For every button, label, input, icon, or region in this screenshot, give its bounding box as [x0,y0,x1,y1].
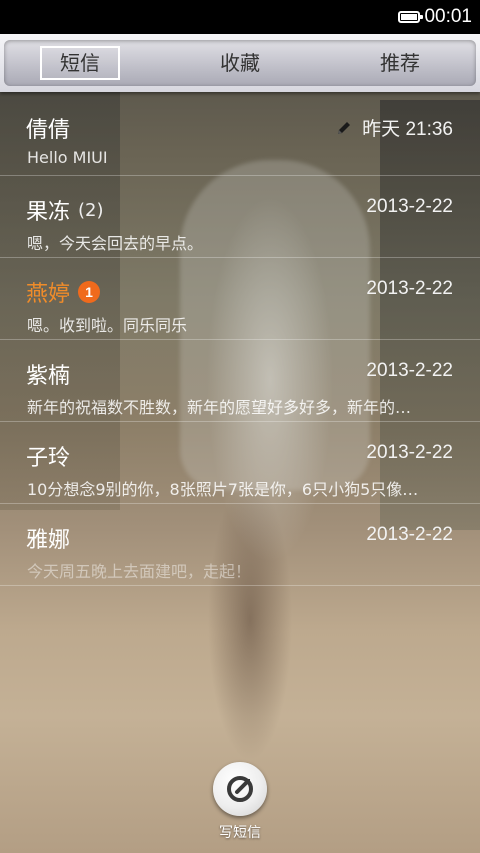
compose-button[interactable] [213,762,267,816]
message-snippet: Hello MIUI [27,148,108,167]
message-snippet: 10分想念9别的你，8张照片7张是你，6只小狗5只像… [27,480,419,499]
name-line: 雅娜 [26,522,70,554]
message-date: 2013-2-22 [366,360,453,381]
compose-area: 写短信 [200,762,280,847]
contact-name: 燕婷 [26,282,71,307]
message-date: 昨天 21:36 [336,114,453,141]
message-snippet: 新年的祝福数不胜数，新年的愿望好多好多，新年的… [27,398,412,417]
contact-name: 子玲 [26,446,71,471]
message-row-guodong[interactable]: 果冻 (2) 2013-2-22 嗯，今天会回去的早点。 [0,176,480,258]
status-clock: 00:01 [424,6,472,27]
contact-name: 果冻 [26,200,71,225]
name-line: 燕婷 1 [26,276,101,308]
compose-label[interactable]: 写短信 [200,822,280,842]
name-line: 子玲 [26,440,70,472]
message-row-zinan[interactable]: 紫楠 2013-2-22 新年的祝福数不胜数，新年的愿望好多好多，新年的… [0,340,480,422]
name-line: 果冻 (2) [26,194,104,226]
pencil-icon [338,121,351,134]
message-date: 2013-2-22 [366,278,453,299]
contact-name: 紫楠 [26,364,71,389]
message-date-text: 昨天 21:36 [362,119,453,140]
battery-icon [398,11,424,23]
message-list: 倩倩 昨天 21:36 Hello MIUI 果冻 (2) 2013-2-22 … [0,94,480,586]
message-date: 2013-2-22 [366,196,453,217]
message-date: 2013-2-22 [366,524,453,545]
message-date: 2013-2-22 [366,442,453,463]
unread-badge: 1 [78,281,101,303]
tab-sms[interactable]: 短信 [40,46,120,80]
message-snippet: 嗯。收到啦。同乐同乐 [27,316,188,335]
message-row-yana[interactable]: 雅娜 2013-2-22 今天周五晚上去面建吧，走起！ [0,504,480,586]
compose-icon [227,776,253,802]
status-bar: 00:01 [0,0,480,34]
message-row-ziling[interactable]: 子玲 2013-2-22 10分想念9别的你，8张照片7张是你，6只小狗5只像… [0,422,480,504]
contact-name: 雅娜 [26,528,71,553]
message-row-yanting[interactable]: 燕婷 1 2013-2-22 嗯。收到啦。同乐同乐 [0,258,480,340]
message-snippet: 嗯，今天会回去的早点。 [27,234,204,253]
contact-name: 倩倩 [26,118,71,143]
tab-bar: 短信 收藏 推荐 [0,34,480,92]
message-count: (2) [78,199,104,221]
name-line: 紫楠 [26,358,70,390]
tab-recommended[interactable]: 推荐 [360,46,440,80]
message-row-qianqian[interactable]: 倩倩 昨天 21:36 Hello MIUI [0,94,480,176]
message-snippet: 今天周五晚上去面建吧，走起！ [27,562,252,581]
tab-favorites[interactable]: 收藏 [200,46,280,80]
name-line: 倩倩 [26,112,70,144]
